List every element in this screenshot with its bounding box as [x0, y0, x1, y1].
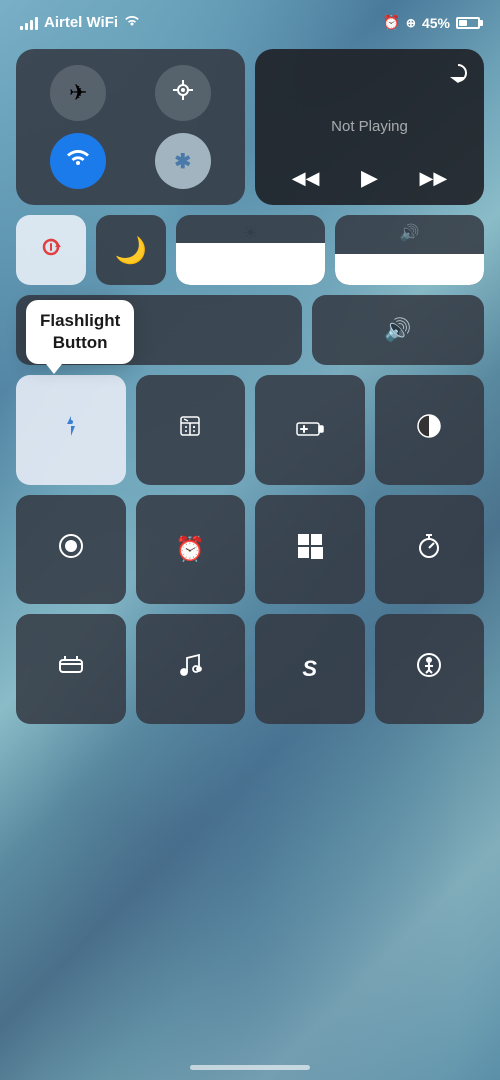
volume-speaker-icon: 🔊 [384, 317, 411, 343]
grayscale-icon [415, 412, 443, 447]
signal-bar-1 [20, 26, 23, 30]
status-left: Airtel WiFi [20, 14, 140, 31]
flashlight-button[interactable]: Flashlight Button [16, 375, 126, 485]
airplane-mode-button[interactable]: ✈ [50, 65, 106, 121]
volume-button[interactable]: 🔊 [312, 295, 484, 365]
location-icon: ⊕ [406, 16, 416, 30]
sleep-icon [58, 654, 84, 683]
accessibility-button[interactable] [375, 614, 485, 724]
brightness-slider[interactable]: ☀ [176, 215, 325, 285]
screen-record-icon [57, 532, 85, 567]
middle-row: 🌙 ☀ 🔊 [16, 215, 484, 285]
now-playing-label: Not Playing [271, 110, 468, 143]
qr-scanner-button[interactable] [255, 495, 365, 605]
rotation-lock-button[interactable] [16, 215, 86, 285]
screen-mirror-label: Screen Mirror [66, 314, 104, 345]
signal-bar-4 [35, 17, 38, 30]
signal-bars [20, 16, 38, 30]
airplay-icon[interactable] [448, 63, 468, 88]
timer-icon [416, 533, 442, 566]
sleep-button[interactable] [16, 614, 126, 724]
battery-mode-icon [296, 416, 324, 444]
calculator-icon [178, 414, 202, 445]
music-button[interactable] [136, 614, 246, 724]
alarm-clock-icon: ⏰ [175, 535, 205, 564]
timer-button[interactable] [375, 495, 485, 605]
grid-row-3: S [16, 614, 484, 724]
screen-mirror-button[interactable]: Screen Mirror [16, 295, 302, 365]
signal-bar-3 [30, 20, 33, 30]
grayscale-button[interactable] [375, 375, 485, 485]
connectivity-panel: ✈ [16, 49, 245, 205]
accessibility-icon [416, 652, 442, 685]
wifi-toggle-icon [65, 147, 91, 175]
shazam-button[interactable]: S [255, 614, 365, 724]
bluetooth-button[interactable]: ✱ [155, 133, 211, 189]
control-center: ✈ [16, 49, 484, 724]
cellular-button[interactable] [155, 65, 211, 121]
status-bar: Airtel WiFi ⏰ ⊕ 45% [0, 0, 500, 39]
carrier-label: Airtel WiFi [44, 14, 118, 31]
battery-icon [456, 17, 480, 29]
prev-button[interactable]: ◀◀ [292, 168, 320, 189]
alarm-button[interactable]: ⏰ [136, 495, 246, 605]
cellular-icon [171, 78, 195, 108]
brightness-fill [176, 243, 325, 285]
alarm-icon: ⏰ [382, 14, 399, 31]
signal-bar-2 [25, 23, 28, 30]
grid-row-1: Flashlight Button [16, 375, 484, 485]
do-not-disturb-button[interactable]: 🌙 [96, 215, 166, 285]
battery-percent: 45% [422, 15, 450, 31]
status-right: ⏰ ⊕ 45% [382, 14, 480, 31]
now-playing-panel: Not Playing ◀◀ ▶ ▶▶ [255, 49, 484, 205]
flashlight-icon [60, 414, 82, 446]
screen-mirror-icon [30, 316, 56, 344]
home-indicator[interactable] [190, 1065, 310, 1070]
top-row: ✈ [16, 49, 484, 205]
grid-row-2: ⏰ [16, 495, 484, 605]
screen-record-button[interactable] [16, 495, 126, 605]
rotation-icon [37, 233, 65, 268]
volume-icon: 🔊 [400, 223, 420, 243]
playback-controls: ◀◀ ▶ ▶▶ [271, 165, 468, 191]
music-icon [177, 652, 203, 685]
qr-icon [297, 533, 323, 566]
shazam-icon: S [302, 656, 317, 682]
low-power-button[interactable] [255, 375, 365, 485]
play-button[interactable]: ▶ [361, 165, 378, 191]
screen-vol-row: Screen Mirror 🔊 [16, 295, 484, 365]
volume-slider[interactable]: 🔊 [335, 215, 484, 285]
brightness-icon: ☀ [242, 223, 258, 244]
calculator-button[interactable] [136, 375, 246, 485]
wifi-icon [124, 14, 140, 31]
next-button[interactable]: ▶▶ [420, 168, 448, 189]
volume-fill [335, 254, 484, 286]
airplane-icon: ✈ [69, 80, 87, 106]
bluetooth-icon: ✱ [174, 149, 191, 174]
moon-icon: 🌙 [115, 235, 147, 266]
wifi-button[interactable] [50, 133, 106, 189]
now-playing-top [271, 63, 468, 88]
